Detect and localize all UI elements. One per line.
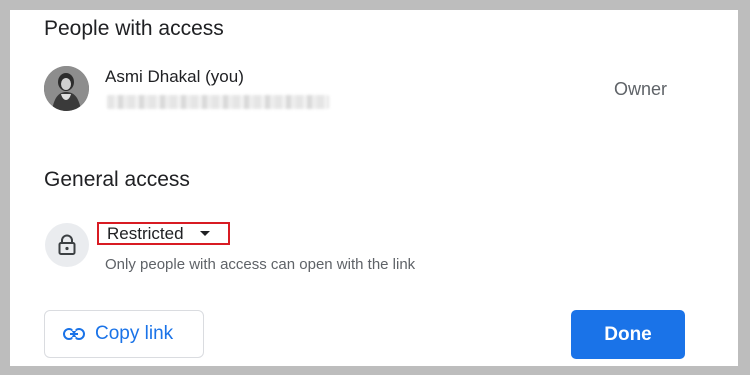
copy-link-button[interactable]: Copy link	[44, 310, 204, 358]
lock-icon-container	[45, 223, 89, 267]
person-email-blurred	[107, 95, 329, 109]
person-role: Owner	[614, 79, 668, 99]
link-icon	[63, 328, 85, 340]
access-level-label: Restricted	[107, 223, 184, 243]
access-level-dropdown[interactable]: Restricted	[97, 222, 230, 245]
dropdown-caret-icon	[199, 231, 210, 236]
people-with-access-heading: People with access	[44, 17, 224, 40]
avatar	[44, 66, 89, 111]
access-description: Only people with access can open with th…	[105, 256, 416, 273]
general-access-heading: General access	[44, 168, 190, 191]
person-name: Asmi Dhakal (you)	[105, 67, 244, 86]
share-dialog: People with access Asmi Dhakal (you) Own…	[10, 10, 738, 366]
copy-link-label: Copy link	[95, 323, 174, 344]
lock-icon	[58, 234, 76, 255]
avatar-photo-icon	[44, 66, 89, 111]
done-button[interactable]: Done	[571, 310, 685, 359]
